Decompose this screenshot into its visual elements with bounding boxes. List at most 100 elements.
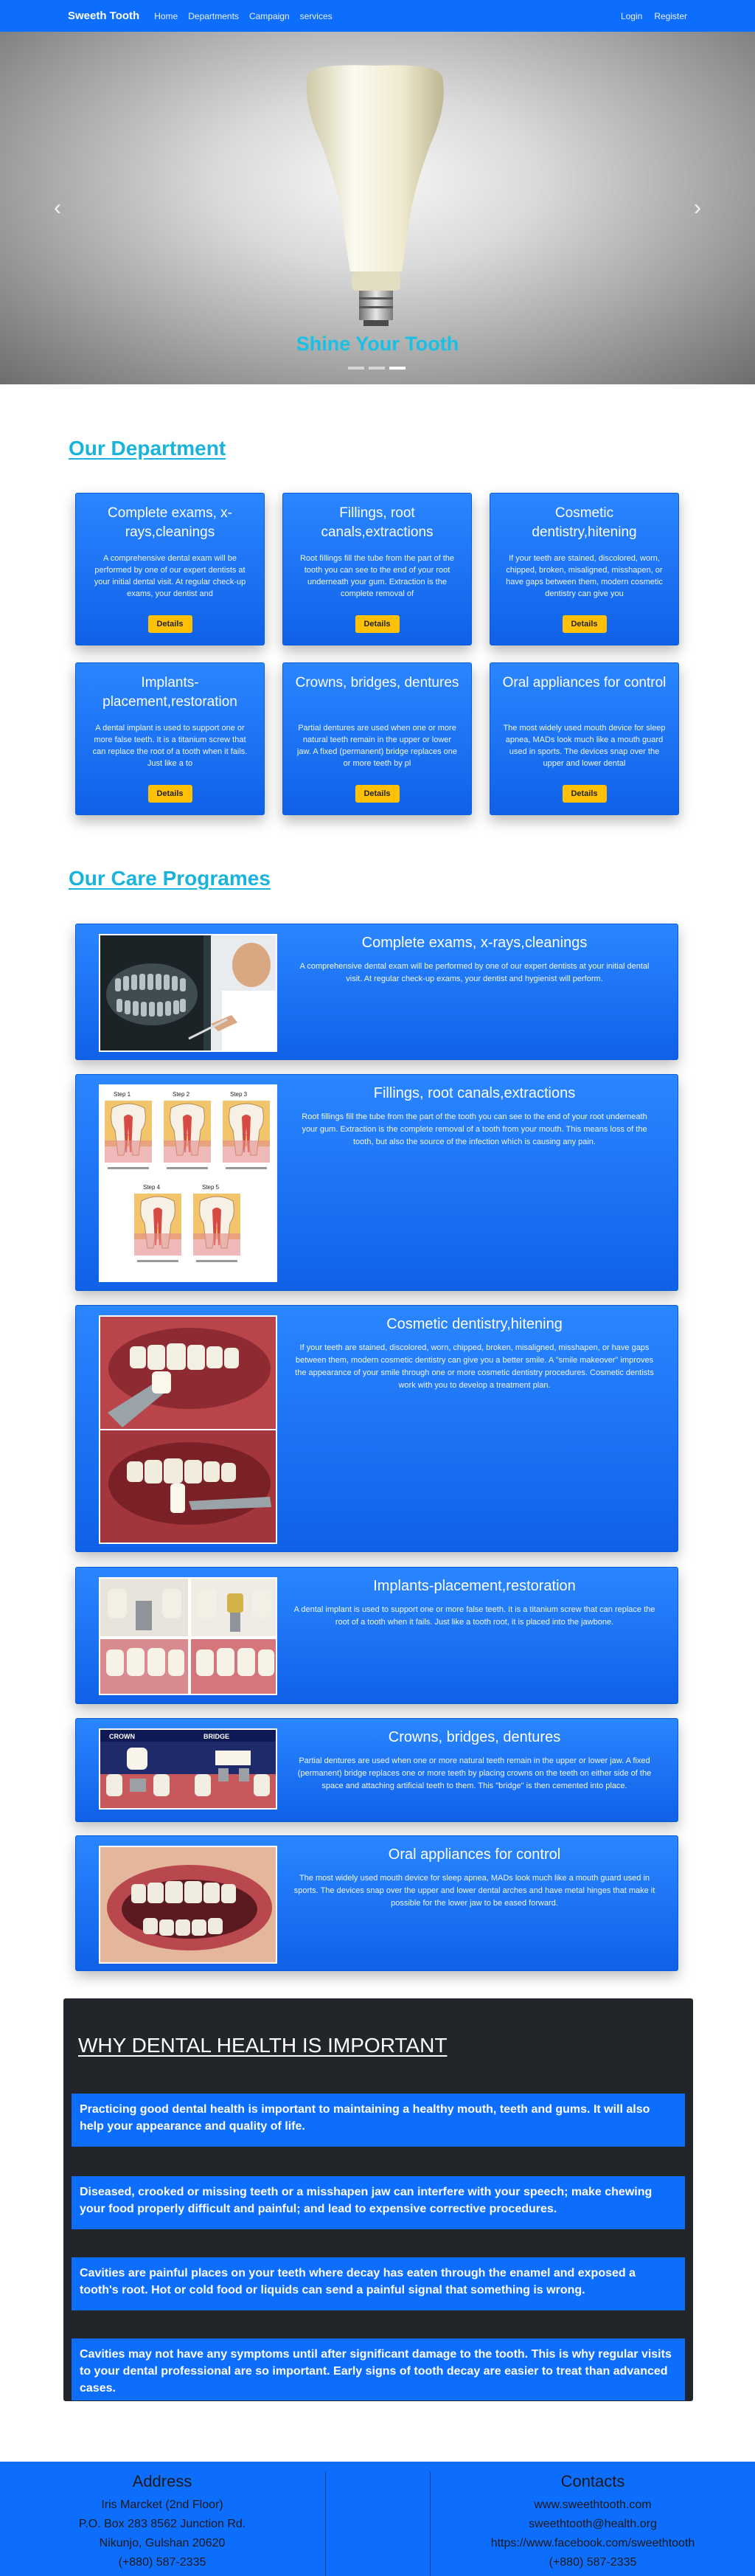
department-card: Cosmetic dentistry,hitening If your teet… [490, 493, 679, 645]
tooth-model-image [306, 65, 444, 326]
bridge-label: BRIDGE [203, 1733, 229, 1740]
care-program-card: Step 1 Step 2 Step 3 Step 4 Step 5 Filli… [75, 1074, 678, 1291]
department-card-title: Fillings, root canals,extractions [321, 505, 434, 540]
department-card-text: The most widely used mouth device for sl… [503, 724, 666, 768]
care-program-title: Crowns, bridges, dentures [388, 1729, 561, 1745]
care-program-title: Oral appliances for control [388, 1846, 561, 1863]
department-card: Crowns, bridges, dentures Partial dentur… [282, 662, 472, 815]
xray-exam-image [99, 934, 277, 1052]
step-1-label: Step 1 [114, 1091, 131, 1098]
department-card-text: A comprehensive dental exam will be perf… [94, 554, 246, 598]
nav-link-departments[interactable]: Departments [188, 11, 239, 21]
why-dental-health-title: WHY DENTAL HEALTH IS IMPORTANT [78, 2034, 448, 2057]
care-program-card: Cosmetic dentistry,hitening If your teet… [75, 1305, 678, 1552]
department-cards: Complete exams, x-rays,cleanings A compr… [75, 493, 680, 815]
care-program-card: Implants-placement,restoration A dental … [75, 1567, 678, 1704]
care-program-description: A comprehensive dental exam will be perf… [299, 962, 650, 983]
carousel-indicator-1[interactable] [348, 367, 364, 370]
footer-contacts: Contacts www.sweethtooth.com sweethtooth… [431, 2472, 755, 2572]
step-4-label: Step 4 [143, 1184, 161, 1191]
oral-appliance-image [99, 1846, 277, 1964]
care-program-description: If your teeth are stained, discolored, w… [295, 1343, 654, 1390]
nav-link-home[interactable]: Home [154, 11, 178, 21]
department-card-text: If your teeth are stained, discolored, w… [506, 554, 663, 598]
why-dental-health-section: WHY DENTAL HEALTH IS IMPORTANT Practicin… [63, 1998, 693, 2401]
care-program-description: Root fillings fill the tube from the par… [302, 1112, 647, 1146]
care-program-text: Oral appliances for control The most wid… [293, 1846, 655, 1910]
why-point: Cavities may not have any symptoms until… [72, 2338, 685, 2400]
care-program-card: Oral appliances for control The most wid… [75, 1835, 678, 1971]
contact-email-link[interactable]: sweethtooth@health.org [431, 2515, 755, 2534]
nav-link-campaign[interactable]: Campaign [249, 11, 290, 21]
register-link[interactable]: Register [654, 11, 687, 21]
footer-address: Address Iris Marcket (2nd Floor) P.O. Bo… [0, 2472, 324, 2572]
department-card-text: Partial dentures are used when one or mo… [296, 724, 458, 768]
login-link[interactable]: Login [621, 11, 642, 21]
nav-links: Home Departments Campaign services [154, 11, 332, 21]
step-3-label: Step 3 [230, 1091, 248, 1098]
step-2-label: Step 2 [173, 1091, 190, 1098]
nav-link-services[interactable]: services [300, 11, 333, 21]
brand-logo[interactable]: Sweeth Tooth [68, 10, 139, 22]
care-program-title: Fillings, root canals,extractions [373, 1085, 576, 1101]
navbar: Sweeth Tooth Home Departments Campaign s… [0, 0, 755, 32]
carousel-indicator-2[interactable] [369, 367, 385, 370]
dental-implant-image [99, 1577, 277, 1695]
details-button[interactable]: Details [562, 615, 607, 633]
department-card-title: Oral appliances for control [502, 675, 667, 690]
footer-divider [325, 2472, 326, 2576]
why-point: Cavities are painful places on your teet… [72, 2257, 685, 2310]
cosmetic-dentistry-image [99, 1315, 277, 1544]
care-program-title: Complete exams, x-rays,cleanings [361, 935, 588, 951]
department-card: Implants-placement,restoration A dental … [75, 662, 265, 815]
details-button[interactable]: Details [355, 615, 400, 633]
department-card-title: Implants-placement,restoration [102, 675, 237, 710]
address-line: Iris Marcket (2nd Floor) [101, 2499, 223, 2511]
department-card: Complete exams, x-rays,cleanings A compr… [75, 493, 265, 645]
crown-bridge-image: CROWN BRIDGE [99, 1728, 277, 1810]
care-program-description: Partial dentures are used when one or mo… [297, 1756, 652, 1790]
contact-phone: (+880) 587-2335 [549, 2556, 637, 2569]
carousel-indicator-3[interactable] [389, 367, 406, 370]
care-section-title: Our Care Programes [69, 867, 271, 890]
root-canal-steps-image: Step 1 Step 2 Step 3 Step 4 Step 5 [99, 1084, 277, 1282]
why-point: Diseased, crooked or missing teeth or a … [72, 2176, 685, 2229]
address-phone: (+880) 587-2335 [118, 2556, 206, 2569]
contact-website-link[interactable]: www.sweethtooth.com [431, 2496, 755, 2515]
department-card-text: A dental implant is used to support one … [92, 724, 248, 768]
care-program-description: A dental implant is used to support one … [293, 1605, 655, 1627]
details-button[interactable]: Details [147, 615, 192, 633]
care-program-card: CROWN BRIDGE Crowns, bridges, dentures P… [75, 1718, 678, 1822]
care-program-text: Fillings, root canals,extractions Root f… [293, 1085, 655, 1149]
care-program-card: Complete exams, x-rays,cleanings A compr… [75, 924, 678, 1060]
details-button[interactable]: Details [147, 785, 192, 803]
department-card-title: Crowns, bridges, dentures [295, 675, 459, 690]
department-card: Fillings, root canals,extractions Root f… [282, 493, 472, 645]
address-line: Nikunjo, Gulshan 20620 [99, 2537, 226, 2549]
address-line: P.O. Box 283 8562 Junction Rd. [78, 2518, 246, 2530]
footer-contacts-title: Contacts [560, 2472, 625, 2490]
department-section-title: Our Department [69, 437, 226, 460]
department-card: Oral appliances for control The most wid… [490, 662, 679, 815]
care-program-text: Cosmetic dentistry,hitening If your teet… [293, 1316, 655, 1392]
footer: Address Iris Marcket (2nd Floor) P.O. Bo… [0, 2462, 755, 2576]
details-button[interactable]: Details [562, 785, 607, 803]
why-point: Practicing good dental health is importa… [72, 2094, 685, 2147]
footer-address-title: Address [132, 2472, 192, 2490]
department-card-title: Cosmetic dentistry,hitening [532, 505, 637, 540]
hero-carousel: ‹ › Shine Your Tooth [0, 32, 755, 384]
hero-title: Shine Your Tooth [296, 333, 459, 355]
nav-auth-links: Login Register [621, 11, 687, 21]
department-card-title: Complete exams, x-rays,cleanings [108, 505, 232, 540]
contact-facebook-link[interactable]: https://www.facebook.com/sweethtooth [431, 2534, 755, 2553]
care-program-text: Crowns, bridges, dentures Partial dentur… [293, 1729, 655, 1793]
care-program-title: Cosmetic dentistry,hitening [386, 1316, 563, 1332]
carousel-prev-icon[interactable]: ‹ [46, 197, 69, 219]
details-button[interactable]: Details [355, 785, 400, 803]
carousel-next-icon[interactable]: › [686, 197, 709, 219]
department-card-text: Root fillings fill the tube from the par… [299, 554, 455, 598]
care-program-title: Implants-placement,restoration [373, 1578, 576, 1594]
crown-label: CROWN [109, 1733, 135, 1740]
care-program-text: Implants-placement,restoration A dental … [293, 1578, 655, 1629]
step-5-label: Step 5 [202, 1184, 220, 1191]
